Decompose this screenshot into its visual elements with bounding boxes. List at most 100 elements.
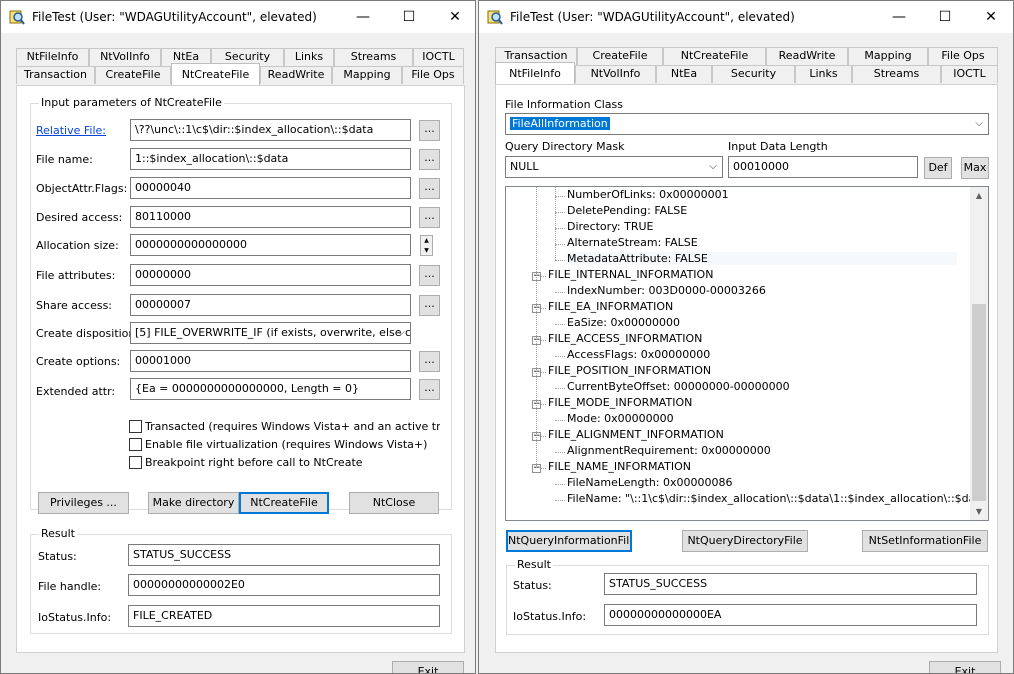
ntqueryinformationfile-button[interactable]: NtQueryInformationFile (506, 530, 632, 552)
ntclose-button[interactable]: NtClose (349, 492, 439, 514)
objectattr-flags-button[interactable]: ... (419, 178, 440, 199)
close-button[interactable]: ✕ (968, 1, 1013, 33)
tab-streams[interactable]: Streams (334, 48, 413, 66)
create-options-input[interactable]: 00001000 (130, 350, 411, 372)
tree-node-field[interactable]: IndexNumber: 003D0000-00003266 (567, 284, 766, 297)
exit-button[interactable]: Exit (929, 661, 1001, 673)
chevron-down-icon: ⌵ (709, 161, 717, 172)
tree-scrollbar[interactable]: ▲ ▼ (970, 187, 988, 520)
tree-node-field[interactable]: EaSize: 0x00000000 (567, 316, 680, 329)
tab-mapping[interactable]: Mapping (848, 47, 928, 65)
ntquerydirectoryfile-button[interactable]: NtQueryDirectoryFile (682, 530, 808, 552)
relative-file-browse-button[interactable]: ... (419, 120, 440, 141)
maximize-button[interactable]: ☐ (386, 1, 432, 33)
def-button[interactable]: Def (924, 157, 952, 179)
tree-node-section[interactable]: FILE_POSITION_INFORMATION (548, 364, 711, 377)
file-info-class-select[interactable]: FileAllInformation ⌵ (505, 113, 989, 135)
tree-node-section[interactable]: FILE_INTERNAL_INFORMATION (548, 268, 713, 281)
file-name-browse-button[interactable]: ... (419, 149, 440, 170)
tree-node-field[interactable]: AccessFlags: 0x00000000 (567, 348, 710, 361)
tab-ioctl[interactable]: IOCTL (413, 48, 464, 66)
input-length-input[interactable]: 00010000 (728, 156, 918, 178)
tab-ntfileinfo[interactable]: NtFileInfo (16, 48, 89, 66)
left-titlebar[interactable]: FileTest (User: "WDAGUtilityAccount", el… (1, 1, 475, 33)
tab-links[interactable]: Links (284, 48, 334, 66)
tree-node-field[interactable]: NumberOfLinks: 0x00000001 (567, 188, 729, 201)
tab-mapping[interactable]: Mapping (332, 66, 402, 84)
scrollbar-thumb[interactable] (972, 304, 986, 501)
scroll-down-arrow[interactable]: ▼ (970, 503, 988, 520)
iostatus-info-value: FILE_CREATED (128, 605, 440, 627)
allocation-size-spinner[interactable]: ▲ ▼ (420, 235, 433, 256)
tree-node-field[interactable]: Mode: 0x00000000 (567, 412, 674, 425)
tree-node-section[interactable]: FILE_ALIGNMENT_INFORMATION (548, 428, 724, 441)
objectattr-flags-input[interactable]: 00000040 (130, 177, 411, 199)
ntcreatefile-button[interactable]: NtCreateFile (239, 492, 329, 514)
max-button[interactable]: Max (961, 157, 989, 179)
virtualization-checkbox[interactable] (129, 438, 142, 451)
share-access-button[interactable]: ... (419, 295, 440, 316)
query-mask-select[interactable]: NULL ⌵ (505, 156, 723, 178)
desired-access-button[interactable]: ... (419, 207, 440, 228)
tab-fileops[interactable]: File Ops (402, 66, 464, 84)
tree-connector (555, 260, 565, 261)
file-attributes-button[interactable]: ... (419, 265, 440, 286)
tab-ntea[interactable]: NtEa (656, 65, 712, 83)
desired-access-input[interactable]: 80110000 (130, 206, 411, 228)
file-attributes-input[interactable]: 00000000 (130, 264, 411, 286)
extended-attr-input[interactable]: {Ea = 0000000000000000, Length = 0} (130, 378, 411, 400)
tab-fileops[interactable]: File Ops (928, 47, 998, 65)
tab-ntcreatefile[interactable]: NtCreateFile (663, 47, 766, 65)
tree-node-field[interactable]: MetadataAttribute: FALSE (567, 252, 957, 265)
right-titlebar[interactable]: FileTest (User: "WDAGUtilityAccount", el… (479, 1, 1013, 33)
share-access-input[interactable]: 00000007 (130, 294, 411, 316)
tree-node-section[interactable]: FILE_EA_INFORMATION (548, 300, 673, 313)
tab-ioctl[interactable]: IOCTL (941, 65, 998, 83)
tree-node-field[interactable]: CurrentByteOffset: 00000000-00000000 (567, 380, 790, 393)
chevron-down-icon: ⌵ (975, 118, 983, 129)
tab-createfile[interactable]: CreateFile (95, 66, 171, 84)
relative-file-link[interactable]: Relative File: (36, 124, 106, 137)
tree-node-section[interactable]: FILE_ACCESS_INFORMATION (548, 332, 702, 345)
tab-ntfileinfo[interactable]: NtFileInfo (495, 62, 575, 84)
tree-node-field[interactable]: FileNameLength: 0x00000086 (567, 476, 733, 489)
relative-file-input[interactable]: \??\unc\::1\c$\dir::$index_allocation\::… (130, 119, 411, 141)
tab-ntvolinfo[interactable]: NtVolInfo (89, 48, 161, 66)
tree-node-field[interactable]: AlignmentRequirement: 0x00000000 (567, 444, 771, 457)
allocation-size-input[interactable]: 0000000000000000 (130, 234, 411, 256)
scroll-up-arrow[interactable]: ▲ (970, 187, 988, 204)
minimize-button[interactable]: — (340, 1, 386, 33)
minimize-button[interactable]: — (876, 1, 922, 33)
maximize-button[interactable]: ☐ (922, 1, 968, 33)
ntsetinformationfile-button[interactable]: NtSetInformationFile (862, 530, 988, 552)
tab-ntcreatefile[interactable]: NtCreateFile (171, 63, 260, 85)
create-disposition-value: [5] FILE_OVERWRITE_IF (if exists, overwr… (135, 326, 411, 339)
tab-ntvolinfo[interactable]: NtVolInfo (575, 65, 656, 83)
file-name-input[interactable]: 1::$index_allocation\::$data (130, 148, 411, 170)
create-disposition-select[interactable]: [5] FILE_OVERWRITE_IF (if exists, overwr… (130, 322, 411, 344)
tree-node-field[interactable]: AlternateStream: FALSE (567, 236, 698, 249)
tab-streams[interactable]: Streams (852, 65, 941, 83)
tab-links[interactable]: Links (795, 65, 852, 83)
tree-connector (555, 452, 565, 453)
create-options-button[interactable]: ... (419, 351, 440, 372)
tree-node-section[interactable]: FILE_MODE_INFORMATION (548, 396, 692, 409)
tree-node-field[interactable]: Directory: TRUE (567, 220, 653, 233)
privileges-button[interactable]: Privileges ... (38, 492, 129, 514)
tab-transaction[interactable]: Transaction (16, 66, 95, 84)
close-button[interactable]: ✕ (432, 1, 475, 33)
exit-button[interactable]: Exit (392, 661, 464, 673)
breakpoint-checkbox[interactable] (129, 456, 142, 469)
extended-attr-button[interactable]: ... (419, 379, 440, 400)
tree-node-field[interactable]: FileName: "\::1\c$\dir::$index_allocatio… (567, 492, 988, 505)
create-disposition-label: Create disposition: (36, 327, 140, 340)
file-info-tree[interactable]: NumberOfLinks: 0x00000001 DeletePending: … (505, 186, 989, 521)
tab-security[interactable]: Security (712, 65, 795, 83)
tree-node-field[interactable]: DeletePending: FALSE (567, 204, 687, 217)
make-directory-button[interactable]: Make directory (148, 492, 239, 514)
tab-createfile[interactable]: CreateFile (577, 47, 663, 65)
transacted-checkbox[interactable] (129, 420, 142, 433)
tab-readwrite[interactable]: ReadWrite (260, 66, 332, 84)
tab-readwrite[interactable]: ReadWrite (766, 47, 848, 65)
tree-node-section[interactable]: FILE_NAME_INFORMATION (548, 460, 691, 473)
